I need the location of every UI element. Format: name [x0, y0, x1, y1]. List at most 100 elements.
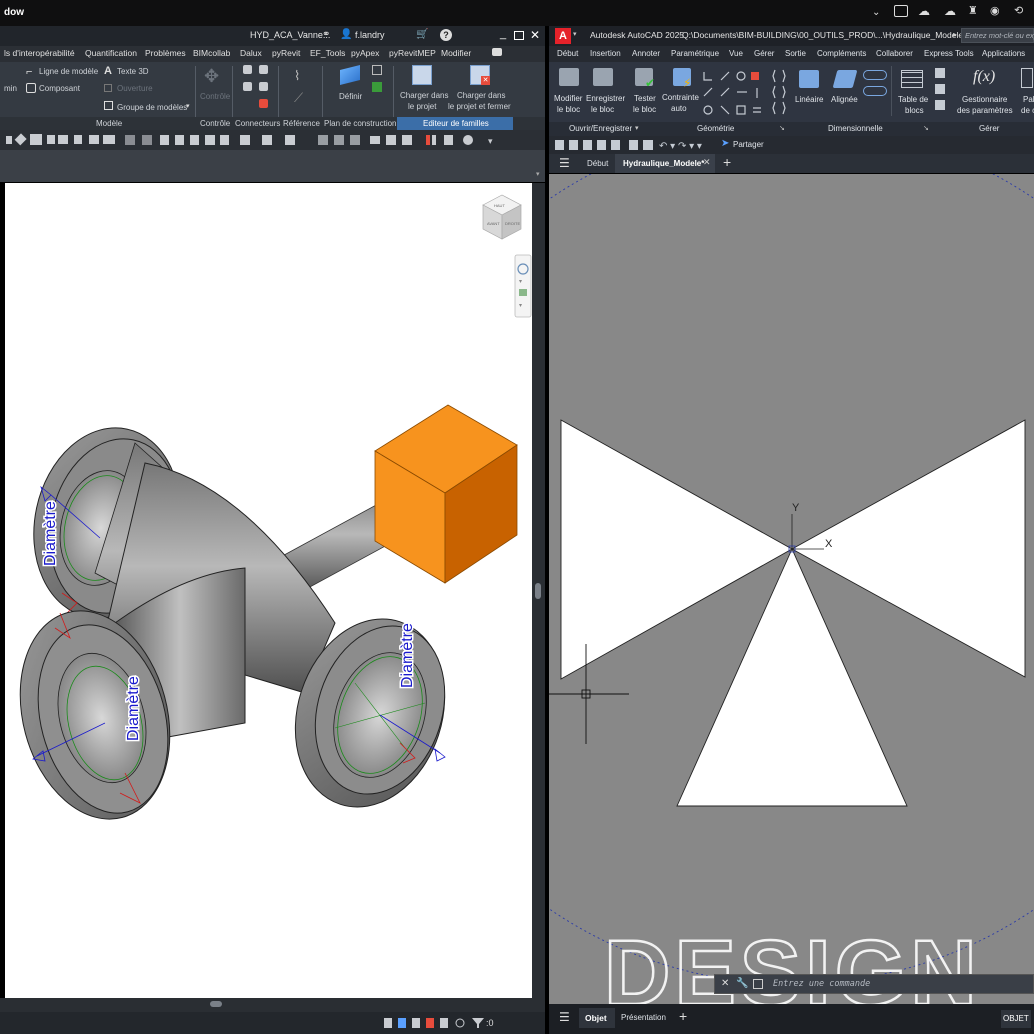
charger-fermer-label-1[interactable]: Charger dans — [457, 91, 505, 100]
dropdown-caret-icon[interactable]: ▾ — [186, 102, 190, 110]
tab-insertion[interactable]: Insertion — [590, 49, 621, 58]
selection-filter-icons[interactable] — [380, 1016, 520, 1030]
definir-button[interactable]: Définir — [339, 92, 362, 101]
tab-complements[interactable]: Compléments — [817, 49, 866, 58]
tab-modifier[interactable]: Modifier — [441, 48, 471, 58]
table-blocs-label-1[interactable]: Table de — [898, 95, 928, 104]
alignee-button[interactable]: Alignée — [831, 95, 858, 104]
connector-icon[interactable] — [259, 65, 268, 74]
close-icon[interactable]: ✕ — [530, 28, 540, 42]
viewer-icon[interactable] — [372, 82, 382, 92]
tab-gerer[interactable]: Gérer — [754, 49, 774, 58]
tab-quantification[interactable]: Quantification — [85, 48, 137, 58]
reference-plane-icon[interactable]: ⟋ — [294, 90, 303, 106]
scroll-thumb[interactable] — [210, 1001, 222, 1007]
minimize-icon[interactable]: _ — [500, 28, 506, 40]
tab-interoperabilite[interactable]: ls d'interopérabilité — [4, 48, 75, 58]
connector-icon[interactable] — [243, 65, 252, 74]
reference-line-icon[interactable]: ⌇ — [294, 68, 300, 84]
connector-icon[interactable] — [259, 82, 268, 91]
close-command-icon[interactable]: ✕ — [721, 978, 729, 989]
lineaire-button[interactable]: Linéaire — [795, 95, 823, 104]
cloud-icon[interactable]: ☁ — [944, 4, 956, 18]
tab-applications[interactable]: Applications — [982, 49, 1025, 58]
modifier-bloc-label-2[interactable]: le bloc — [557, 105, 580, 114]
qat-icons[interactable]: ↶ ▾ ↷ ▾ ▾ — [553, 138, 723, 152]
command-line[interactable]: ✕ 🔧 Entrez une commande — [714, 974, 1034, 994]
tab-pyapex[interactable]: pyApex — [351, 48, 379, 58]
help-icon[interactable]: ? — [440, 29, 452, 41]
binoculars-icon[interactable]: ⚭ — [322, 29, 330, 40]
hamburger-menu-icon[interactable]: ☰ — [559, 156, 570, 170]
tab-parametrique[interactable]: Paramétrique — [671, 49, 719, 58]
texte-3d-button[interactable]: Texte 3D — [117, 67, 149, 76]
collapse-icon[interactable]: ▾ — [536, 170, 540, 178]
valve-block-drawing[interactable]: Y X DESIGN — [361, 123, 1034, 1025]
toolbar-icons[interactable]: ▾ — [0, 130, 545, 150]
layout-tab-active[interactable]: Objet — [579, 1008, 615, 1028]
wrench-icon[interactable]: 🔧 — [736, 978, 748, 989]
tab-ef-tools[interactable]: EF_Tools — [310, 48, 345, 58]
command-history-icon[interactable] — [753, 979, 763, 989]
tab-vue[interactable]: Vue — [729, 49, 743, 58]
tshirt-icon[interactable]: ♜ — [968, 4, 978, 17]
constraint-bar-icons[interactable] — [771, 68, 789, 118]
cloud-icon[interactable]: ☁ — [918, 4, 930, 18]
revit-vertical-scrollbar[interactable] — [532, 183, 545, 998]
radial-dimension-icon[interactable] — [863, 70, 887, 80]
command-input[interactable]: Entrez une commande — [773, 979, 870, 989]
cart-icon[interactable]: 🛒 — [416, 29, 428, 40]
acad-search-box[interactable]: Entrez mot-clé ou exp — [961, 28, 1034, 43]
table-blocs-label-2[interactable]: blocs — [905, 106, 924, 115]
revit-username[interactable]: f.landry — [355, 30, 385, 40]
enregistrer-bloc-label-2[interactable]: le bloc — [591, 105, 614, 114]
panel-launcher-icon[interactable]: ↘ — [779, 124, 785, 132]
groupe-de-modeles-button[interactable]: Groupe de modèles — [117, 103, 187, 112]
tab-bimcollab[interactable]: BIMcollab — [193, 48, 230, 58]
attribute-icon[interactable] — [935, 84, 945, 94]
tab-presentation[interactable]: Présentation — [621, 1013, 666, 1022]
pipe-tee-model[interactable]: HAUT AVANT DROITE ▾ ▾ Diamètre Diamètre … — [5, 183, 532, 998]
history-icon[interactable]: ⟲ — [1014, 4, 1023, 17]
controle-button[interactable]: Contrôle — [200, 92, 230, 101]
navigation-bar[interactable]: ▾ ▾ — [514, 254, 532, 318]
wireless-icon[interactable]: ◉ — [990, 4, 1000, 17]
model-space-button[interactable]: OBJET — [1001, 1010, 1031, 1028]
tab-problemes[interactable]: Problèmes — [145, 48, 186, 58]
tab-pyrevitmep[interactable]: pyRevitMEP — [389, 48, 436, 58]
tab-dalux[interactable]: Dalux — [240, 48, 262, 58]
doctab-debut[interactable]: Début — [587, 159, 608, 168]
connector-icon[interactable] — [243, 82, 252, 91]
tester-bloc-label-2[interactable]: le bloc — [633, 105, 656, 114]
attribute-icon[interactable] — [935, 100, 945, 110]
contrainte-auto-label-1[interactable]: Contrainte — [662, 93, 699, 102]
ligne-de-modele-button[interactable]: Ligne de modèle — [39, 67, 98, 76]
autocad-logo-icon[interactable]: A — [555, 28, 571, 44]
status-objet[interactable]: OBJET — [1003, 1014, 1029, 1023]
composant-button[interactable]: Composant — [39, 84, 80, 93]
scroll-thumb[interactable] — [535, 583, 541, 599]
attribute-icon[interactable] — [935, 68, 945, 78]
acad-drawing-area[interactable]: Y X DESIGN ✕ 🔧 Entrez une commande — [361, 123, 1034, 1025]
partager-button[interactable]: Partager — [733, 140, 764, 149]
doctab-active[interactable]: Hydraulique_Modele* ✕ — [615, 154, 715, 173]
revit-3d-view[interactable]: HAUT AVANT DROITE ▾ ▾ Diamètre Diamètre … — [5, 183, 532, 998]
close-tab-icon[interactable]: ✕ — [703, 157, 711, 168]
chevron-down-icon[interactable]: ⌄ — [872, 7, 880, 18]
angular-dimension-icon[interactable] — [863, 86, 887, 96]
diametre-label-3[interactable]: Diamètre — [398, 621, 418, 689]
tab-debut[interactable]: Début — [557, 49, 578, 58]
tab-objet[interactable]: Objet — [585, 1013, 607, 1023]
charger-fermer-label-2[interactable]: le projet et fermer — [448, 102, 511, 111]
tab-collaborer[interactable]: Collaborer — [876, 49, 913, 58]
contrainte-auto-label-2[interactable]: auto — [671, 104, 687, 113]
gestionnaire-label-1[interactable]: Gestionnaire — [962, 95, 1007, 104]
diametre-label-2[interactable]: Diamètre — [124, 674, 144, 742]
viewcube-icon[interactable]: HAUT AVANT DROITE — [482, 194, 522, 240]
actuator-cube[interactable] — [374, 404, 518, 584]
charger-projet-label-1[interactable]: Charger dans — [400, 91, 448, 100]
chevron-right-icon[interactable]: ▸ — [953, 30, 957, 39]
doctab-hydraulique[interactable]: Hydraulique_Modele* — [623, 159, 704, 168]
dropdown-caret-icon[interactable]: ▾ — [635, 124, 639, 132]
screen-icon[interactable] — [894, 5, 908, 17]
